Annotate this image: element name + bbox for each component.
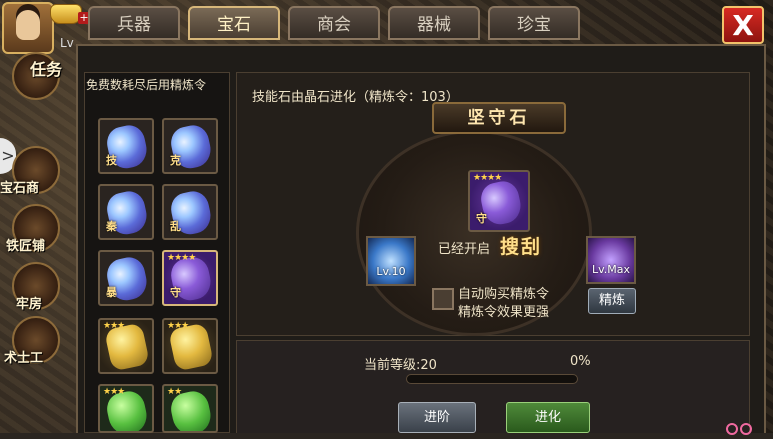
refine-button[interactable]: 精炼 — [588, 288, 636, 314]
star-rating: ★★★ — [103, 387, 125, 397]
gem-glyph: 克 — [170, 154, 181, 167]
gem-slot[interactable]: ★★★ — [98, 318, 154, 374]
side-menu-prison[interactable]: 牢房 — [0, 262, 62, 312]
auto-buy-checkbox[interactable] — [432, 288, 454, 310]
star-rating: ★★★★ — [167, 253, 196, 263]
auto-buy-line2: 精炼令效果更强 — [458, 305, 550, 320]
free-uses-hint: 免费数耗尽后用精炼令 — [86, 78, 207, 92]
tab-weapons[interactable]: 兵器 — [88, 6, 180, 40]
gem-description: 技能石由晶石进化（精炼令：103） — [252, 90, 459, 105]
player-level-prefix: Lv — [60, 36, 74, 50]
opened-skill-name: 搜刮 — [500, 236, 543, 258]
auto-buy-line1: 自动购买精炼令 — [458, 287, 550, 302]
gem-slot[interactable]: 技 — [98, 118, 154, 174]
side-menu-quest[interactable]: 任务 — [0, 52, 62, 100]
evolve-button[interactable]: 进化 — [506, 402, 590, 433]
current-level: 当前等级:20 — [364, 358, 437, 373]
side-menu-label: 牢房 — [16, 297, 43, 312]
watermark-hearts-icon — [726, 420, 766, 435]
advance-button[interactable]: 进阶 — [398, 402, 476, 433]
gem-slot[interactable]: 克 — [162, 118, 218, 174]
gem-slot[interactable]: 秦 — [98, 184, 154, 240]
gem-glyph: 守 — [476, 212, 487, 225]
gem-slot[interactable]: 暴 — [98, 250, 154, 306]
star-rating: ★★★ — [103, 321, 125, 331]
star-rating: ★★★★ — [473, 173, 502, 183]
progress-bar — [406, 374, 578, 384]
side-menu-label: 宝石商 — [0, 181, 40, 196]
gem-glyph: 秦 — [106, 220, 117, 233]
gem-slot[interactable]: ★★★ — [162, 318, 218, 374]
close-button[interactable]: X — [722, 6, 764, 44]
progress-percent: 0% — [570, 354, 591, 369]
gem-slot-selected[interactable]: ★★★★ 守 — [162, 250, 218, 306]
tab-gems[interactable]: 宝石 — [188, 6, 280, 40]
gem-glyph: 暴 — [106, 286, 117, 299]
player-avatar[interactable] — [2, 2, 54, 54]
auto-buy-label: 自动购买精炼令 精炼令效果更强 — [458, 286, 549, 322]
tab-treasures[interactable]: 珍宝 — [488, 6, 580, 40]
main-gem: ★★★★ 守 — [468, 170, 530, 232]
upgrade-panel — [236, 340, 750, 433]
gem-level: Lv.10 — [376, 265, 406, 278]
tab-guild[interactable]: 商会 — [288, 6, 380, 40]
side-menu-blacksmith[interactable]: 铁匠铺 — [0, 204, 62, 254]
gem-glyph: 乱 — [170, 220, 181, 233]
side-menu-gem-shop[interactable]: 宝石商 — [0, 146, 62, 196]
gem-name-plate: 坚守石 — [432, 102, 566, 134]
star-rating: ★★ — [167, 387, 182, 397]
side-menu-label: 铁匠铺 — [6, 239, 46, 254]
opened-label: 已经开启 — [438, 242, 491, 257]
gem-glyph: 技 — [106, 154, 117, 167]
gem-slot[interactable]: ★★★ — [98, 384, 154, 433]
gem-level: Lv.Max — [591, 263, 631, 276]
side-menu-warlock[interactable]: 术士工 — [0, 316, 62, 366]
next-gem: Lv.Max — [586, 236, 636, 284]
previous-gem: Lv.10 — [366, 236, 416, 286]
side-menu-label: 术士工 — [4, 351, 44, 366]
tab-machinery[interactable]: 器械 — [388, 6, 480, 40]
star-rating: ★★★ — [167, 321, 189, 331]
gem-slot[interactable]: ★★ — [162, 384, 218, 433]
gem-glyph: 守 — [170, 286, 181, 299]
gem-slot[interactable]: 乱 — [162, 184, 218, 240]
